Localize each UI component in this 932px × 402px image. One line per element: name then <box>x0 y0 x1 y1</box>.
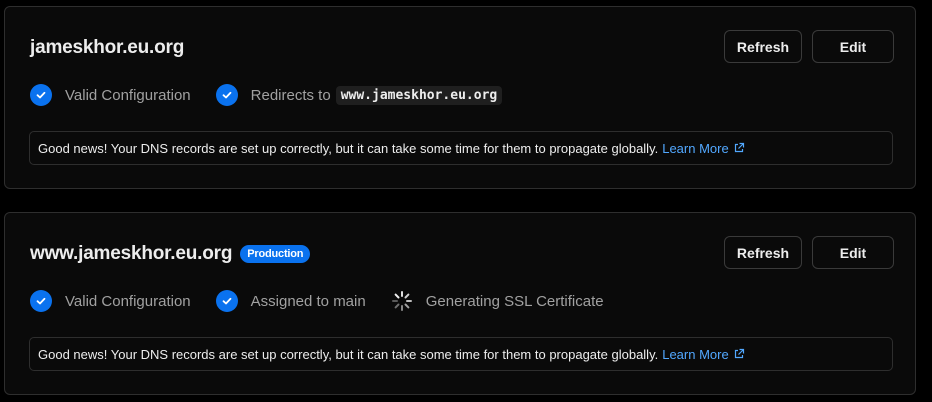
dns-notice: Good news! Your DNS records are set up c… <box>29 337 893 371</box>
learn-more-label[interactable]: Learn More <box>662 141 728 156</box>
external-link-icon <box>734 142 744 153</box>
check-icon <box>30 84 52 106</box>
redirect-target: www.jameskhor.eu.org <box>335 85 503 105</box>
status-redirect: Redirects to www.jameskhor.eu.org <box>215 84 503 106</box>
edit-button[interactable]: Edit <box>812 30 894 63</box>
status-row: Valid Configuration Assigned to main Gen… <box>30 290 629 312</box>
edit-button[interactable]: Edit <box>812 236 894 269</box>
check-icon <box>30 290 52 312</box>
notice-text: Good news! Your DNS records are set up c… <box>38 140 659 156</box>
check-icon <box>215 84 238 106</box>
status-valid-configuration: Valid Configuration <box>30 290 191 312</box>
learn-more-label[interactable]: Learn More <box>662 347 728 362</box>
production-badge: Production <box>240 245 311 263</box>
status-label: Generating SSL Certificate <box>425 292 604 310</box>
refresh-button[interactable]: Refresh <box>724 30 802 63</box>
notice-text: Good news! Your DNS records are set up c… <box>38 346 659 362</box>
status-label: Valid Configuration <box>65 292 191 310</box>
status-valid-configuration: Valid Configuration <box>30 84 191 106</box>
status-assigned: Assigned to main <box>215 290 366 312</box>
refresh-button[interactable]: Refresh <box>724 236 802 269</box>
domain-card: jameskhor.eu.org Refresh Edit Valid Conf… <box>4 6 916 189</box>
status-label: Assigned to main <box>250 292 366 310</box>
check-icon <box>215 290 238 312</box>
learn-more-link[interactable]: Learn More <box>662 347 744 362</box>
status-row: Valid Configuration Redirects to www.jam… <box>30 84 527 106</box>
dns-notice: Good news! Your DNS records are set up c… <box>29 131 893 165</box>
status-ssl: Generating SSL Certificate <box>391 290 604 312</box>
domain-name[interactable]: jameskhor.eu.org <box>30 37 184 59</box>
status-label: Valid Configuration <box>65 86 191 104</box>
domain-title: www.jameskhor.eu.org Production <box>30 243 311 265</box>
learn-more-link[interactable]: Learn More <box>662 141 744 156</box>
domain-title: jameskhor.eu.org <box>30 37 184 59</box>
external-link-icon <box>734 348 744 359</box>
domain-card: www.jameskhor.eu.org Production Refresh … <box>4 212 916 395</box>
status-label: Redirects to <box>250 86 331 104</box>
spinner-icon <box>391 291 412 311</box>
domain-name[interactable]: www.jameskhor.eu.org <box>30 243 232 265</box>
